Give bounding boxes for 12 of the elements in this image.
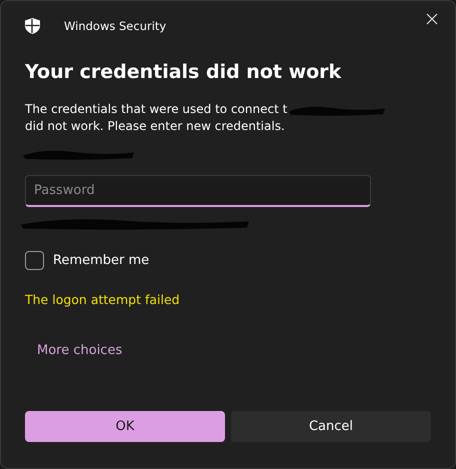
message-text: The credentials that were used to connect t [25,101,288,118]
cancel-button[interactable]: Cancel [231,411,431,442]
checkbox[interactable] [25,251,44,270]
ok-button[interactable]: OK [25,411,225,442]
dialog-heading: Your credentials did not work [25,61,342,83]
checkbox-label: Remember me [53,253,150,268]
window-title: Windows Security [64,19,166,33]
error-message: The logon attempt failed [25,292,181,307]
message-text: did not work. Please enter new credentials. [25,118,286,135]
password-field[interactable]: Password [25,175,371,207]
shield-icon [25,18,40,34]
more-choices-link[interactable]: More choices [37,343,122,358]
